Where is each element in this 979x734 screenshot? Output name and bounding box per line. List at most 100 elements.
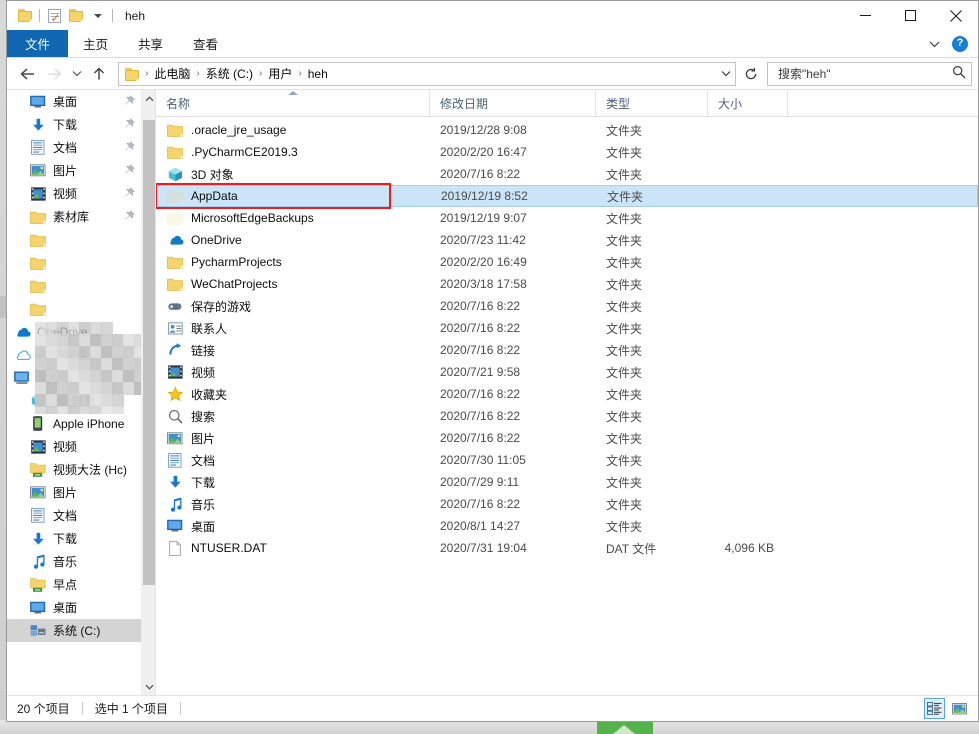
- sidebar-item--[interactable]: 下载: [7, 527, 141, 550]
- sidebar-item-label: 早点: [53, 576, 77, 593]
- file-date-cell: 2020/7/16 8:22: [430, 431, 596, 445]
- breadcrumb-item-users[interactable]: 用户: [264, 63, 296, 84]
- sidebar-item--[interactable]: 文档: [7, 136, 141, 159]
- maximize-button[interactable]: [888, 1, 933, 30]
- tab-file[interactable]: 文件: [7, 30, 68, 57]
- taskbar-app-icon[interactable]: [597, 722, 653, 734]
- table-row[interactable]: WeChatProjects2020/3/18 17:58文件夹: [156, 273, 978, 295]
- search-icon[interactable]: [952, 65, 966, 82]
- navigation-pane: 桌面下载文档图片视频素材库OneDriveWPS网盘此电脑3D 对象Apple …: [7, 90, 156, 695]
- help-icon[interactable]: ?: [952, 36, 968, 52]
- sidebar-item--[interactable]: 下载: [7, 113, 141, 136]
- table-row[interactable]: 3D 对象2020/7/16 8:22文件夹: [156, 163, 978, 185]
- pin-icon[interactable]: [123, 95, 135, 107]
- column-header-type-label: 类型: [606, 95, 630, 112]
- breadcrumb-item-system-c[interactable]: 系统 (C:): [202, 63, 257, 84]
- table-row[interactable]: PycharmProjects2020/2/20 16:49文件夹: [156, 251, 978, 273]
- file-date-cell: 2019/12/28 9:08: [430, 123, 596, 137]
- refresh-icon[interactable]: [740, 63, 762, 85]
- table-row[interactable]: 保存的游戏2020/7/16 8:22文件夹: [156, 295, 978, 317]
- sidebar-item-censored-9[interactable]: [7, 297, 141, 320]
- table-row[interactable]: MicrosoftEdgeBackups2019/12/19 9:07文件夹: [156, 207, 978, 229]
- sidebar-item-label: 音乐: [53, 553, 77, 570]
- close-button[interactable]: [933, 1, 978, 30]
- recent-locations-button[interactable]: [67, 62, 86, 86]
- sidebar-item--c-[interactable]: 系统 (C:): [7, 619, 141, 642]
- sidebar-item-wps-[interactable]: WPS网盘: [7, 343, 141, 366]
- breadcrumb-root-icon[interactable]: [123, 66, 143, 81]
- file-name-label: 图片: [191, 430, 215, 447]
- sidebar-item--[interactable]: 图片: [7, 159, 141, 182]
- column-header-type[interactable]: 类型: [596, 90, 708, 116]
- sidebar-item--hc-[interactable]: 视频大法 (Hc): [7, 458, 141, 481]
- sidebar-item--[interactable]: 音乐: [7, 550, 141, 573]
- scrollbar-thumb[interactable]: [143, 120, 155, 585]
- tab-home[interactable]: 主页: [68, 30, 123, 57]
- sidebar-item--[interactable]: 桌面: [7, 90, 141, 113]
- back-button[interactable]: [15, 62, 41, 86]
- tab-view[interactable]: 查看: [178, 30, 233, 57]
- table-row[interactable]: 联系人2020/7/16 8:22文件夹: [156, 317, 978, 339]
- scroll-up-icon[interactable]: [142, 90, 156, 107]
- sidebar-item-censored-8[interactable]: [7, 274, 141, 297]
- breadcrumb-item-heh[interactable]: heh: [304, 65, 332, 83]
- sidebar-item-apple-iphone[interactable]: Apple iPhone: [7, 412, 141, 435]
- table-row[interactable]: 视频2020/7/21 9:58文件夹: [156, 361, 978, 383]
- column-header-date[interactable]: 修改日期: [430, 90, 596, 116]
- table-row[interactable]: 链接2020/7/16 8:22文件夹: [156, 339, 978, 361]
- table-row[interactable]: 音乐2020/7/16 8:22文件夹: [156, 493, 978, 515]
- sidebar-item--[interactable]: 早点: [7, 573, 141, 596]
- table-row[interactable]: 文档2020/7/30 11:05文件夹: [156, 449, 978, 471]
- sidebar-item-censored-7[interactable]: [7, 251, 141, 274]
- search-box[interactable]: [767, 62, 972, 86]
- sidebar-item--[interactable]: 桌面: [7, 596, 141, 619]
- pin-icon[interactable]: [123, 118, 135, 130]
- pin-icon[interactable]: [123, 164, 135, 176]
- column-header-size[interactable]: 大小: [708, 90, 788, 116]
- table-row[interactable]: AppData2019/12/19 8:52文件夹: [156, 185, 978, 207]
- navigation-pane-scrollbar[interactable]: [141, 90, 155, 695]
- table-row[interactable]: .oracle_jre_usage2019/12/28 9:08文件夹: [156, 119, 978, 141]
- table-row[interactable]: .PyCharmCE2019.32020/2/20 16:47文件夹: [156, 141, 978, 163]
- sidebar-item-censored-6[interactable]: [7, 228, 141, 251]
- column-header-name[interactable]: 名称: [156, 90, 430, 116]
- customize-qat-icon[interactable]: [87, 5, 109, 27]
- address-bar[interactable]: › 此电脑 › 系统 (C:) › 用户 › heh: [118, 62, 736, 86]
- scroll-down-icon[interactable]: [142, 678, 156, 695]
- file-date-cell: 2020/7/21 9:58: [430, 365, 596, 379]
- sidebar-item--[interactable]: 视频: [7, 435, 141, 458]
- properties-icon[interactable]: ✓: [43, 5, 65, 27]
- sidebar-item--[interactable]: 文档: [7, 504, 141, 527]
- table-row[interactable]: OneDrive2020/7/23 11:42文件夹: [156, 229, 978, 251]
- table-row[interactable]: NTUSER.DAT2020/7/31 19:04DAT 文件4,096 KB: [156, 537, 978, 559]
- tab-share[interactable]: 共享: [123, 30, 178, 57]
- sidebar-item--[interactable]: 图片: [7, 481, 141, 504]
- large-icons-view-button[interactable]: [949, 698, 970, 719]
- breadcrumb-item-this-pc[interactable]: 此电脑: [150, 63, 194, 84]
- pin-icon[interactable]: [123, 210, 135, 222]
- details-view-button[interactable]: [924, 698, 945, 719]
- table-row[interactable]: 下载2020/7/29 9:11文件夹: [156, 471, 978, 493]
- table-row[interactable]: 桌面2020/8/1 14:27文件夹: [156, 515, 978, 537]
- table-row[interactable]: 图片2020/7/16 8:22文件夹: [156, 427, 978, 449]
- table-row[interactable]: 搜索2020/7/16 8:22文件夹: [156, 405, 978, 427]
- search-input[interactable]: [776, 66, 952, 82]
- sidebar-item-onedrive[interactable]: OneDrive: [7, 320, 141, 343]
- pin-icon[interactable]: [123, 187, 135, 199]
- file-date-cell: 2019/12/19 9:07: [430, 211, 596, 225]
- forward-button[interactable]: [41, 62, 67, 86]
- pin-icon[interactable]: [123, 141, 135, 153]
- file-date-cell: 2020/7/23 11:42: [430, 233, 596, 247]
- sidebar-item--[interactable]: 素材库: [7, 205, 141, 228]
- minimize-button[interactable]: [843, 1, 888, 30]
- sidebar-item-3d-[interactable]: 3D 对象: [7, 389, 141, 412]
- chevron-down-icon[interactable]: [926, 36, 942, 52]
- up-button[interactable]: [86, 62, 112, 86]
- sidebar-item--[interactable]: 视频: [7, 182, 141, 205]
- sidebar-item--[interactable]: 此电脑: [7, 366, 141, 389]
- new-folder-icon[interactable]: [65, 5, 87, 27]
- column-header-size-label: 大小: [718, 95, 742, 112]
- table-row[interactable]: 收藏夹2020/7/16 8:22文件夹: [156, 383, 978, 405]
- address-dropdown-icon[interactable]: [717, 64, 735, 84]
- folder-icon[interactable]: [14, 5, 36, 27]
